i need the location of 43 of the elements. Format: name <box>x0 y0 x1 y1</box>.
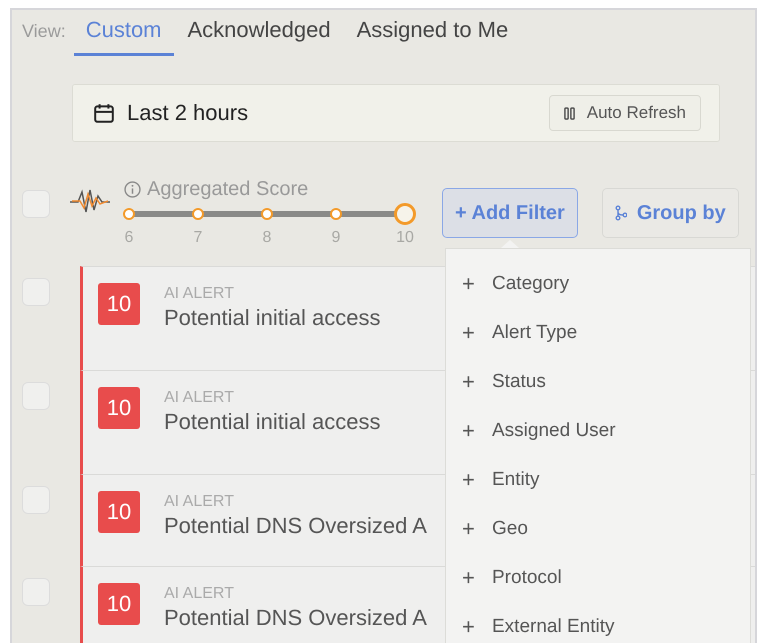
calendar-icon <box>93 102 115 124</box>
menu-item[interactable]: + External Entity <box>446 602 750 643</box>
slider-thumb[interactable] <box>394 203 416 225</box>
alert-title: Potential DNS Oversized A <box>164 605 427 631</box>
alert-type: AI ALERT <box>164 285 235 303</box>
score-badge: 10 <box>98 491 140 533</box>
alert-type: AI ALERT <box>164 389 235 407</box>
plus-icon: + <box>462 564 492 590</box>
time-range-label[interactable]: Last 2 hours <box>127 100 549 126</box>
menu-item[interactable]: + Alert Type <box>446 308 750 357</box>
plus-icon: + <box>462 418 492 444</box>
slider-stop <box>330 208 342 220</box>
slider-stop <box>261 208 273 220</box>
tick-label: 6 <box>124 229 134 247</box>
slider-stop <box>123 208 135 220</box>
tick-label: 7 <box>192 229 204 247</box>
auto-refresh-button[interactable]: Auto Refresh <box>548 95 701 131</box>
alert-type: AI ALERT <box>164 585 235 603</box>
plus-icon: + <box>462 270 492 296</box>
menu-item[interactable]: + Geo <box>446 504 750 553</box>
pause-icon <box>564 106 575 120</box>
score-badge: 10 <box>98 387 140 429</box>
view-label: View: <box>22 21 66 43</box>
alert-title: Potential initial access <box>164 409 380 435</box>
view-tab[interactable]: Assigned to Me <box>344 13 520 56</box>
plus-icon: + <box>462 320 492 346</box>
slider-stop <box>192 208 204 220</box>
alert-type: AI ALERT <box>164 493 235 511</box>
info-icon <box>124 181 141 198</box>
tick-label: 10 <box>395 229 415 247</box>
score-label: Aggregated Score <box>147 178 308 201</box>
score-badge: 10 <box>98 583 140 625</box>
plus-icon: + <box>462 516 492 542</box>
menu-item[interactable]: + Assigned User <box>446 406 750 455</box>
alert-title: Potential DNS Oversized A <box>164 513 427 539</box>
tick-label: 9 <box>330 229 342 247</box>
view-tab[interactable]: Acknowledged <box>176 13 343 56</box>
alert-title: Potential initial access <box>164 305 380 331</box>
score-badge: 10 <box>98 283 140 325</box>
plus-icon: + <box>462 368 492 394</box>
tick-label: 8 <box>262 229 272 247</box>
plus-icon: + <box>462 614 492 640</box>
branch-icon <box>614 205 627 221</box>
